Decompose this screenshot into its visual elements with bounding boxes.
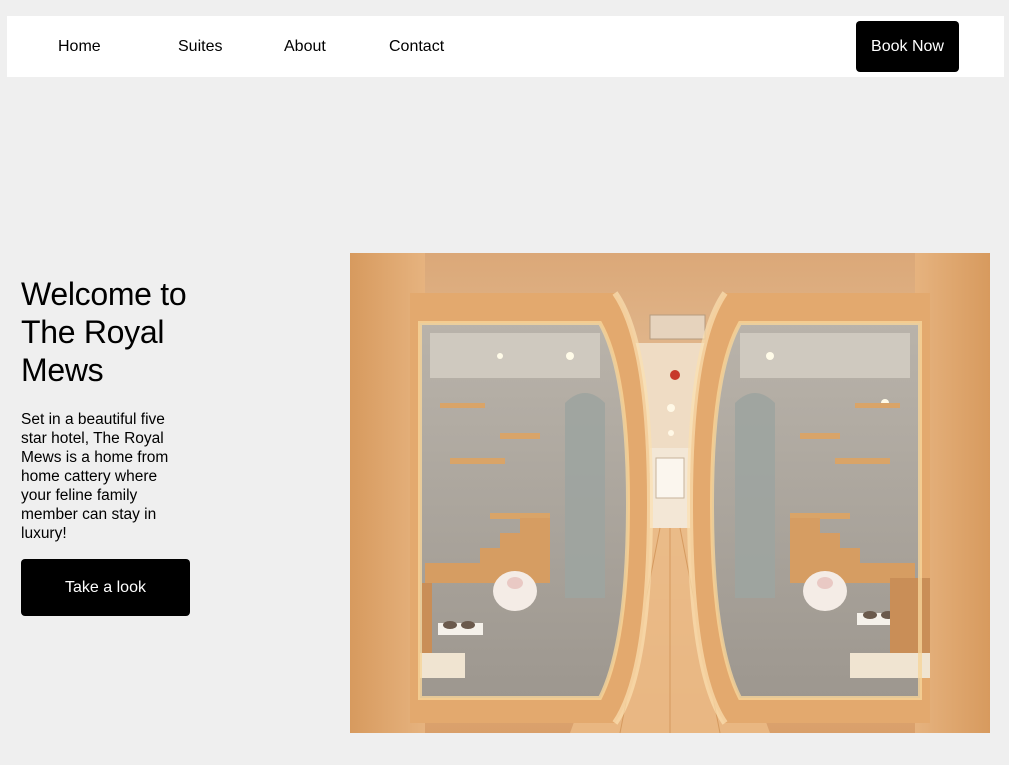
- hero-image-cattery-corridor: [350, 253, 990, 733]
- nav-link-contact[interactable]: Contact: [389, 16, 444, 77]
- book-now-button[interactable]: Book Now: [856, 21, 959, 72]
- take-a-look-button[interactable]: Take a look: [21, 559, 190, 616]
- hero-title: Welcome to The Royal Mews: [21, 276, 187, 388]
- nav-link-home[interactable]: Home: [58, 16, 101, 77]
- hero-description: Set in a beautiful five star hotel, The …: [21, 411, 169, 542]
- top-navbar: Home Suites About Contact Book Now: [7, 16, 1004, 77]
- nav-link-suites[interactable]: Suites: [178, 16, 222, 77]
- nav-link-about[interactable]: About: [284, 16, 326, 77]
- page: Home Suites About Contact Book Now Welco…: [0, 0, 1009, 765]
